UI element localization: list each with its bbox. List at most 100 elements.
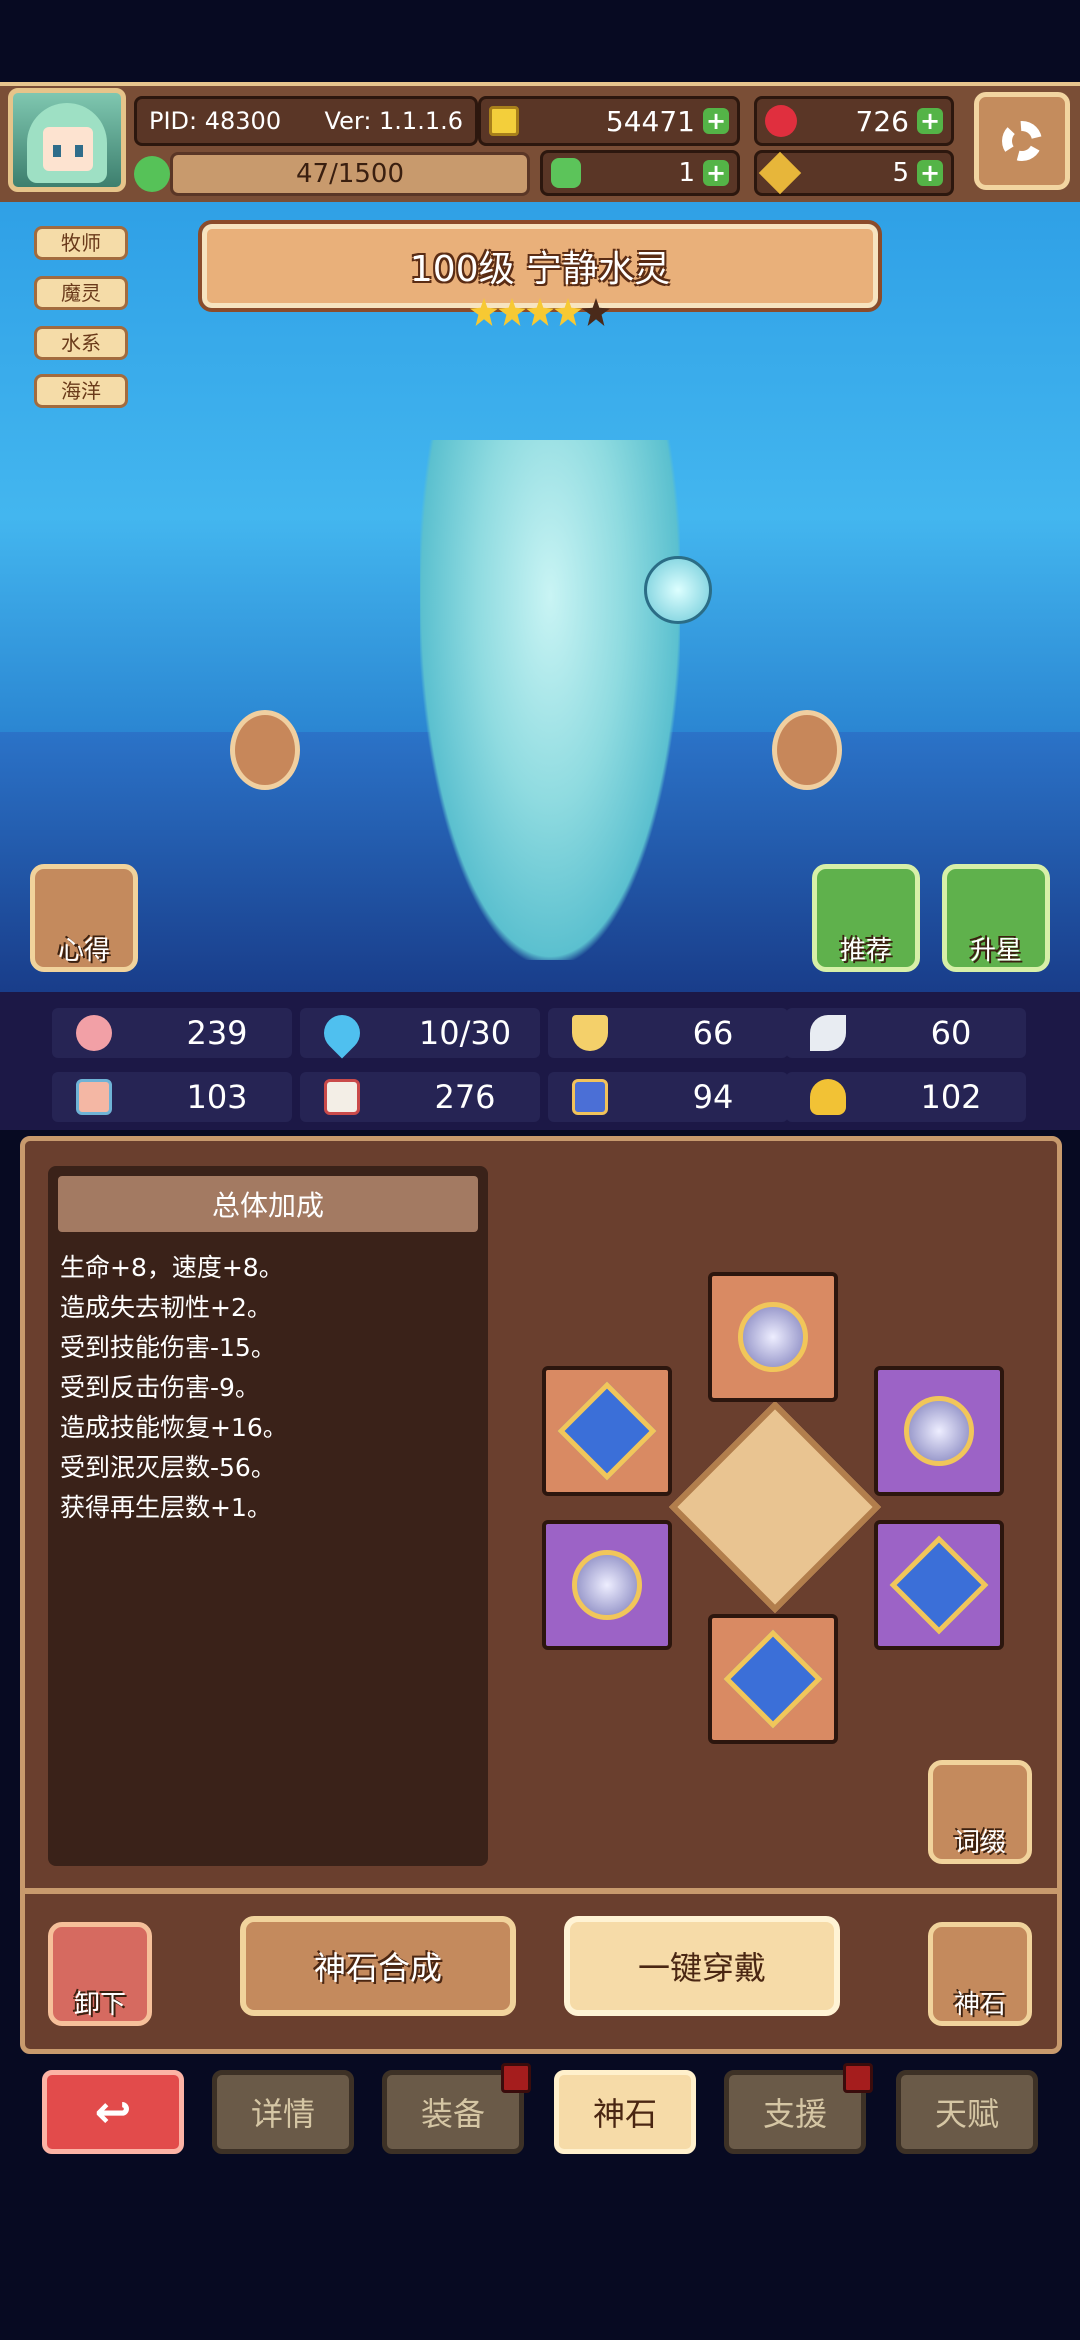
clover-amount: 1 [678,158,695,188]
key-counter: 5 + [754,150,954,196]
bonus-line: 生命+8，速度+8。 [60,1253,284,1282]
star-icon [554,298,582,326]
bonus-line: 受到技能伤害-15。 [60,1333,276,1362]
unequip-button[interactable]: 卸下 [48,1922,152,2026]
stat-luck: 102 [786,1072,1026,1122]
back-arrow-icon: ↩ [94,2086,132,2138]
gem-slot-upper-left[interactable] [542,1366,672,1496]
tab-support[interactable]: 支援 [724,2063,873,2154]
blue-gem-icon [889,1535,989,1635]
synth-label: 神石合成 [313,1949,442,1987]
affix-button[interactable]: 词缀 [928,1760,1032,1864]
water-spirit-hero[interactable] [420,440,680,960]
prev-hero-arrow[interactable] [230,710,300,790]
gem-slot-bottom[interactable] [708,1614,838,1744]
bonus-line: 获得再生层数+1。 [60,1493,272,1522]
gear-icon [1002,121,1042,161]
tab-details[interactable]: 详情 [212,2070,354,2154]
equip-all-button[interactable]: 一键穿戴 [564,1916,840,2016]
gem-amount: 726 [855,104,909,138]
pid-version-bar: PID: 48300 Ver: 1.1.1.6 [134,96,478,146]
exp-bar: 47/1500 [134,150,530,198]
player-avatar[interactable] [8,88,126,192]
star-up-label: 升星 [969,936,1022,966]
bonus-title: 总体加成 [211,1189,324,1222]
gem-slot-lower-left[interactable] [542,1520,672,1650]
recommend-label: 推荐 [839,936,892,966]
tab-support-label: 支援 [762,2095,827,2133]
exp-progress: 47/1500 [295,159,404,189]
book-icon [324,1079,360,1115]
tag-faction[interactable]: 海洋 [34,374,128,408]
tab-equipment-label: 装备 [420,2095,485,2133]
horseshoe-icon [810,1079,846,1115]
add-key-button[interactable]: + [917,160,943,186]
stat-resist-value: 94 [692,1078,734,1116]
add-clover-button[interactable]: + [703,160,729,186]
tag-class[interactable]: 牧师 [34,226,128,260]
tab-talent[interactable]: 天赋 [896,2070,1038,2154]
stat-defense: 66 [548,1008,788,1058]
godstone-button[interactable]: 神石 [928,1922,1032,2026]
tag-race[interactable]: 魔灵 [34,276,128,310]
notes-label: 心得 [57,936,110,966]
godstone-synth-button[interactable]: 神石合成 [240,1916,516,2016]
red-gem-icon [765,105,797,137]
water-orb [644,556,712,624]
tag-element[interactable]: 水系 [34,326,128,360]
stat-spell-value: 276 [434,1078,496,1116]
add-gold-button[interactable]: + [703,108,729,134]
equip-all-label: 一键穿戴 [637,1949,766,1987]
stat-mana-value: 10/30 [418,1014,512,1052]
stat-resist: 94 [548,1072,788,1122]
empty-star-icon [582,298,610,326]
pearl-gem-icon [557,1535,657,1635]
hero-title: 100级 宁静水灵 [409,249,671,290]
gold-counter: 54471 + [478,96,740,146]
unequip-label: 卸下 [73,1990,126,2020]
stat-hp: 239 [52,1008,292,1058]
tab-equipment[interactable]: 装备 [382,2063,531,2154]
tab-details-label: 详情 [250,2095,315,2133]
stat-speed-value: 60 [930,1014,972,1052]
add-gem-button[interactable]: + [917,108,943,134]
star-icon [498,298,526,326]
gem-counter: 726 + [754,96,954,146]
game-version: Ver: 1.1.1.6 [324,107,463,135]
back-button[interactable]: ↩ [42,2070,184,2154]
tab-godstone[interactable]: 神石 [554,2070,696,2154]
blue-gem-icon [723,1629,823,1729]
tab-talent-label: 天赋 [934,2095,999,2133]
affix-label: 词缀 [953,1828,1006,1858]
key-icon [758,151,802,195]
fist-icon [76,1079,112,1115]
stat-fist-value: 103 [186,1078,248,1116]
hero-star-rating [470,298,610,332]
gem-slot-lower-right[interactable] [874,1520,1004,1650]
player-id: PID: 48300 [149,107,282,135]
star-up-button[interactable]: 升星 [942,864,1050,972]
gem-slot-upper-right[interactable] [874,1366,1004,1496]
notes-button[interactable]: 心得 [30,864,138,972]
scroll-icon [572,1079,608,1115]
stat-speed: 60 [786,1008,1026,1058]
bonus-line: 受到反击伤害-9。 [60,1373,260,1402]
wing-icon [810,1015,846,1051]
settings-button[interactable] [974,92,1070,190]
stat-defense-value: 66 [692,1014,734,1052]
recommend-button[interactable]: 推荐 [812,864,920,972]
gem-slot-top[interactable] [708,1272,838,1402]
clover-counter: 1 + [540,150,740,196]
tab-godstone-label: 神石 [592,2095,657,2133]
key-amount: 5 [892,158,909,188]
next-hero-arrow[interactable] [772,710,842,790]
bonus-title-bar: 总体加成 [58,1176,478,1232]
gold-coin-icon [489,106,519,136]
stat-mana: 10/30 [300,1007,540,1059]
pearl-gem-icon [889,1381,989,1481]
heart-icon [76,1015,112,1051]
water-drop-icon [316,1007,368,1059]
clover-exp-icon [134,156,170,192]
godstone-label: 神石 [953,1990,1006,2020]
clover-icon [551,158,581,188]
